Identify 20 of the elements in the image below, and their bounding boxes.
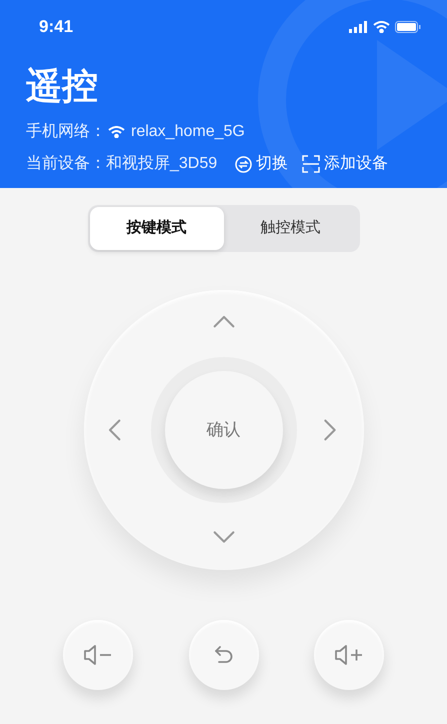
mode-tab[interactable]: 按键模式: [90, 207, 224, 250]
signal-icon: [349, 21, 368, 33]
mode-tab[interactable]: 触控模式: [224, 207, 358, 250]
device-label: 当前设备：: [26, 154, 106, 174]
ok-button[interactable]: 确认: [164, 371, 282, 489]
battery-icon: [395, 21, 421, 33]
volume-down-icon: [83, 645, 113, 665]
page-title: 遥控: [26, 68, 99, 104]
scan-icon: [302, 155, 320, 173]
add-device-button[interactable]: 添加设备: [302, 152, 388, 176]
status-time: 9:41: [39, 16, 74, 38]
wifi-icon: [108, 126, 125, 138]
switch-icon: [235, 156, 252, 172]
back-icon: [214, 645, 234, 665]
wifi-icon: [373, 21, 390, 33]
network-name: relax_home_5G: [131, 122, 245, 142]
switch-device-button[interactable]: 切换: [235, 152, 288, 176]
network-label: 手机网络：: [26, 122, 106, 142]
volume-up-icon: [334, 645, 364, 665]
device-name: 和视投屏_3D59: [106, 154, 218, 174]
